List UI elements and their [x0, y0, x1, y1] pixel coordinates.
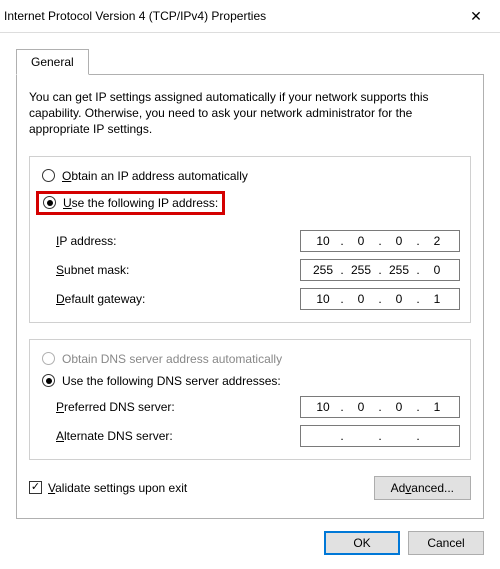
close-icon: ✕ — [470, 9, 482, 23]
content-area: General You can get IP settings assigned… — [0, 33, 500, 519]
field-default-gateway: Default gateway: 10. 0. 0. 1 — [56, 288, 460, 310]
radio-icon — [43, 196, 56, 209]
checkmark-icon: ✓ — [31, 482, 40, 493]
radio-label: Obtain DNS server address automatically — [62, 352, 282, 366]
field-alternate-dns: Alternate DNS server: . . . — [56, 425, 460, 447]
dialog-buttons: OK Cancel — [0, 519, 500, 555]
advanced-button[interactable]: Advanced... — [374, 476, 471, 500]
input-alternate-dns[interactable]: . . . — [300, 425, 460, 447]
radio-obtain-dns-auto: Obtain DNS server address automatically — [40, 352, 460, 366]
field-ip-address: IP address: 10. 0. 0. 2 — [56, 230, 460, 252]
bottom-row: ✓ Validate settings upon exit Advanced..… — [29, 476, 471, 500]
radio-label: Obtain an IP address automatically — [62, 169, 248, 183]
field-subnet-mask: Subnet mask: 255. 255. 255. 0 — [56, 259, 460, 281]
general-panel: You can get IP settings assigned automat… — [16, 74, 484, 519]
cancel-button[interactable]: Cancel — [408, 531, 484, 555]
label-subnet-mask: Subnet mask: — [56, 263, 129, 277]
dns-group: Obtain DNS server address automatically … — [29, 339, 471, 460]
ok-button[interactable]: OK — [324, 531, 400, 555]
validate-on-exit[interactable]: ✓ Validate settings upon exit — [29, 481, 187, 495]
radio-label: Use the following DNS server addresses: — [62, 374, 281, 388]
label-ip-address: IP address: — [56, 234, 117, 248]
window-title: Internet Protocol Version 4 (TCP/IPv4) P… — [4, 9, 266, 23]
radio-icon — [42, 352, 55, 365]
field-preferred-dns: Preferred DNS server: 10. 0. 0. 1 — [56, 396, 460, 418]
intro-text: You can get IP settings assigned automat… — [29, 89, 471, 138]
input-ip-address[interactable]: 10. 0. 0. 2 — [300, 230, 460, 252]
radio-icon — [42, 374, 55, 387]
radio-label: Use the following IP address: — [63, 196, 218, 210]
label-preferred-dns: Preferred DNS server: — [56, 400, 175, 414]
input-default-gateway[interactable]: 10. 0. 0. 1 — [300, 288, 460, 310]
dialog-window: Internet Protocol Version 4 (TCP/IPv4) P… — [0, 0, 500, 569]
input-preferred-dns[interactable]: 10. 0. 0. 1 — [300, 396, 460, 418]
titlebar: Internet Protocol Version 4 (TCP/IPv4) P… — [0, 0, 500, 33]
checkbox-icon: ✓ — [29, 481, 42, 494]
label-alternate-dns: Alternate DNS server: — [56, 429, 173, 443]
close-button[interactable]: ✕ — [462, 6, 490, 26]
tab-general[interactable]: General — [16, 49, 89, 75]
radio-icon — [42, 169, 55, 182]
checkbox-label: Validate settings upon exit — [48, 481, 187, 495]
radio-use-following-ip[interactable]: Use the following IP address: — [36, 191, 225, 215]
input-subnet-mask[interactable]: 255. 255. 255. 0 — [300, 259, 460, 281]
label-default-gateway: Default gateway: — [56, 292, 145, 306]
ip-group: Obtain an IP address automatically Use t… — [29, 156, 471, 323]
radio-obtain-ip-auto[interactable]: Obtain an IP address automatically — [40, 169, 460, 183]
radio-use-following-dns[interactable]: Use the following DNS server addresses: — [40, 374, 460, 388]
tab-strip: General — [16, 49, 484, 75]
